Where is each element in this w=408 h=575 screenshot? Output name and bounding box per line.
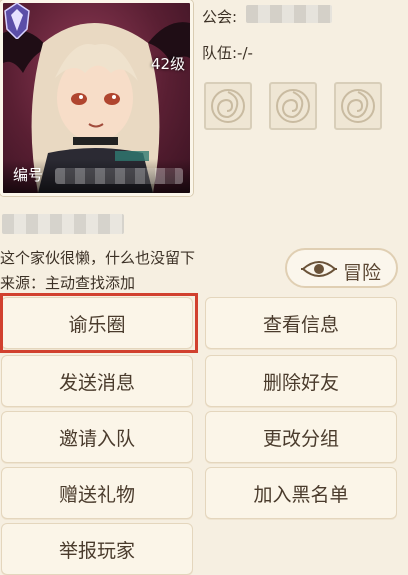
- player-name-redacted: [2, 214, 124, 234]
- player-bio: 这个家伙很懒，什么也没留下: [0, 249, 196, 267]
- report-player-button[interactable]: 举报玩家: [1, 523, 193, 575]
- send-message-button[interactable]: 发送消息: [1, 355, 193, 407]
- player-id-label: 编号: [13, 166, 44, 184]
- player-id-redacted: [55, 168, 183, 184]
- adventure-button[interactable]: 冒险: [285, 248, 398, 288]
- send-gift-button[interactable]: 赠送礼物: [1, 467, 193, 519]
- player-portrait[interactable]: 42级 编号: [0, 0, 193, 196]
- view-info-button[interactable]: 查看信息: [205, 297, 397, 349]
- blacklist-button[interactable]: 加入黑名单: [205, 467, 397, 519]
- emblem-slot-1[interactable]: [204, 82, 252, 130]
- team-label: 队伍:-/-: [202, 44, 253, 62]
- spiral-emblem-icon: [211, 89, 245, 123]
- spiral-emblem-icon: [341, 89, 375, 123]
- moments-button[interactable]: 谕乐圈: [1, 297, 193, 349]
- emblem-slot-2[interactable]: [269, 82, 317, 130]
- adventure-label: 冒险: [343, 262, 382, 284]
- rank-emblem-icon: [4, 3, 30, 39]
- delete-friend-button[interactable]: 删除好友: [205, 355, 397, 407]
- guild-label: 公会:: [202, 8, 238, 26]
- emblem-slot-3[interactable]: [334, 82, 382, 130]
- guild-name-redacted: [246, 5, 332, 23]
- level-label: 42级: [151, 55, 186, 73]
- friend-source: 来源：主动查找添加: [0, 274, 136, 292]
- invite-team-button[interactable]: 邀请入队: [1, 411, 193, 463]
- spiral-emblem-icon: [276, 89, 310, 123]
- change-group-button[interactable]: 更改分组: [205, 411, 397, 463]
- eye-icon: [301, 261, 337, 277]
